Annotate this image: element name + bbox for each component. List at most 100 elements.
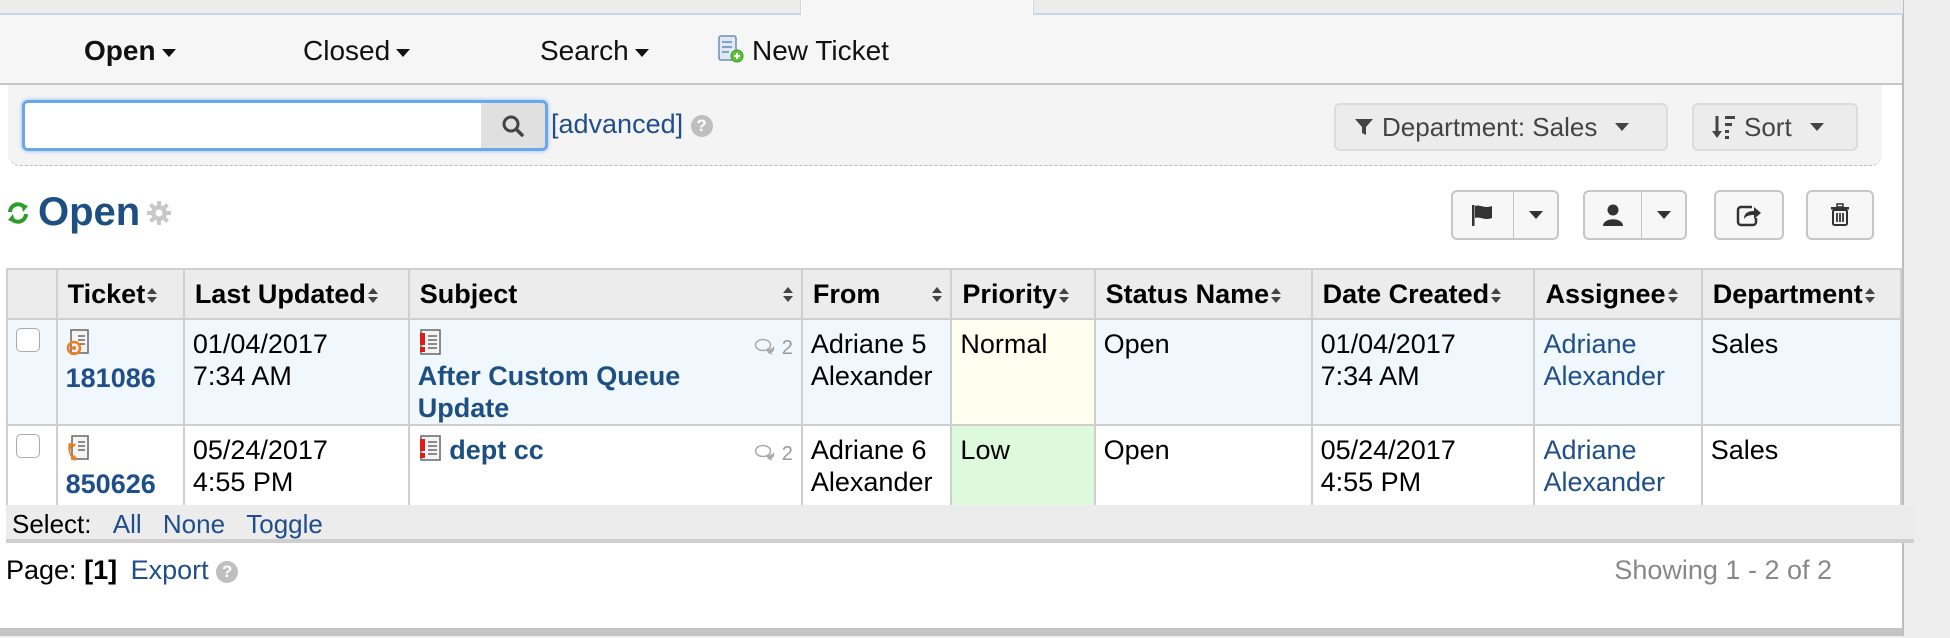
search-input[interactable] — [25, 103, 465, 148]
share-icon — [1736, 205, 1761, 227]
row-checkbox[interactable] — [16, 434, 40, 458]
queue-title: Open — [38, 190, 141, 234]
column-label: Status Name — [1105, 278, 1270, 309]
department-filter-button[interactable]: Department: Sales — [1334, 103, 1668, 151]
assignee-link[interactable]: Adriane Alexander — [1543, 328, 1692, 392]
sort-arrows-icon — [932, 286, 943, 303]
sub-navbar: Open Closed Search New Ticket — [0, 15, 1902, 85]
assign-button[interactable] — [1583, 190, 1687, 240]
last-updated-time: 4:55 PM — [192, 467, 294, 497]
column-header-priority[interactable]: Priority — [950, 268, 1096, 320]
assignee-link[interactable]: Adriane Alexander — [1543, 434, 1692, 498]
table-row[interactable]: 181086 01/04/2017 7:34 AM 2 After Custom… — [6, 318, 1903, 426]
created-date: 01/04/2017 — [1320, 329, 1456, 359]
from-last: Alexander — [810, 467, 933, 497]
sort-button[interactable]: Sort — [1692, 103, 1858, 151]
subject-link[interactable]: After Custom Queue Update — [418, 360, 793, 424]
current-page[interactable]: [1] — [84, 555, 117, 585]
chevron-down-icon — [396, 48, 411, 57]
flag-icon — [1472, 205, 1493, 226]
export-link[interactable]: Export — [131, 555, 209, 585]
assignee-cell: Adriane Alexander — [1533, 424, 1703, 516]
status-cell: Open — [1093, 424, 1313, 516]
column-header-assignee[interactable]: Assignee — [1533, 268, 1703, 320]
advanced-search-link[interactable]: [advanced] ? — [551, 109, 713, 140]
select-all-link[interactable]: All — [113, 509, 142, 539]
flag-dropdown[interactable] — [1513, 192, 1557, 238]
date-created-cell: 01/04/2017 7:34 AM — [1310, 318, 1536, 426]
row-select-cell — [6, 318, 58, 426]
column-header-last-updated[interactable]: Last Updated — [182, 268, 410, 320]
comments-icon — [754, 338, 775, 355]
assign-segment[interactable] — [1585, 192, 1641, 238]
nav-open[interactable]: Open — [84, 35, 176, 67]
column-header-ticket[interactable]: Ticket — [55, 268, 185, 320]
help-icon[interactable]: ? — [216, 561, 239, 583]
chevron-down-icon — [1656, 211, 1671, 219]
tab-left-group[interactable] — [0, 0, 801, 15]
priority-cell: Low — [950, 424, 1096, 516]
new-ticket-label: New Ticket — [752, 35, 889, 66]
phone-icon — [66, 435, 90, 461]
gear-icon[interactable] — [146, 200, 172, 226]
column-label: Subject — [419, 278, 518, 309]
flag-button[interactable] — [1451, 190, 1559, 240]
nav-open-label: Open — [84, 35, 156, 66]
assignee-first: Adriane — [1543, 329, 1637, 359]
date-created-cell: 05/24/2017 4:55 PM — [1310, 424, 1536, 516]
ticket-cell: 850626 — [55, 424, 185, 516]
transfer-button[interactable] — [1714, 190, 1784, 240]
sort-arrows-icon — [782, 286, 793, 303]
sort-arrows-icon — [147, 287, 158, 304]
filter-icon — [1355, 119, 1373, 135]
column-header-subject[interactable]: Subject — [407, 268, 803, 320]
ticket-number-link[interactable]: 850626 — [66, 468, 175, 500]
select-column-header — [6, 268, 58, 320]
column-header-date-created[interactable]: Date Created — [1310, 268, 1536, 320]
created-time: 4:55 PM — [1320, 467, 1422, 497]
from-first: Adriane 5 — [810, 329, 927, 359]
ticket-number-link[interactable]: 181086 — [66, 362, 175, 394]
column-header-status[interactable]: Status Name — [1093, 268, 1313, 320]
row-checkbox[interactable] — [16, 328, 40, 352]
trash-icon — [1831, 203, 1849, 226]
tab-right-group[interactable] — [1033, 0, 1903, 15]
nav-closed[interactable]: Closed — [303, 35, 411, 67]
select-toggle-link[interactable]: Toggle — [246, 509, 323, 539]
department-cell: Sales — [1700, 424, 1903, 516]
page: Open Closed Search New Ticket [advanced]… — [0, 0, 1914, 636]
table-row[interactable]: 850626 05/24/2017 4:55 PM 2 dept cc Adri… — [6, 424, 1903, 516]
select-none-link[interactable]: None — [163, 509, 225, 539]
subject-link[interactable]: dept cc — [449, 435, 544, 465]
nav-new-ticket[interactable]: New Ticket — [718, 35, 889, 67]
assign-dropdown[interactable] — [1641, 192, 1685, 238]
nav-search-label: Search — [540, 35, 629, 66]
delete-segment — [1808, 192, 1872, 238]
column-label: Department — [1712, 278, 1863, 309]
from-last: Alexander — [810, 361, 933, 391]
priority-cell: Normal — [950, 318, 1096, 426]
table-header-row: Ticket Last Updated Subject From Priorit… — [6, 268, 1903, 320]
column-header-department[interactable]: Department — [1700, 268, 1903, 320]
column-header-from[interactable]: From — [800, 268, 953, 320]
search-button[interactable] — [481, 103, 545, 148]
search-panel: [advanced] ? Department: Sales Sort — [8, 85, 1882, 166]
last-updated-cell: 05/24/2017 4:55 PM — [182, 424, 410, 516]
department-filter-label: Department: Sales — [1382, 111, 1598, 142]
delete-button[interactable] — [1806, 190, 1874, 240]
nav-search[interactable]: Search — [540, 35, 649, 67]
thread-count: 2 — [754, 438, 793, 470]
showing-count: Showing 1 - 2 of 2 — [1614, 555, 1832, 585]
tab-tickets-active[interactable] — [802, 0, 1032, 15]
assignee-last: Alexander — [1543, 467, 1666, 497]
pagination-footer: Page: [1] Export ? — [6, 555, 239, 586]
help-icon[interactable]: ? — [690, 115, 713, 137]
sort-arrows-icon — [1864, 287, 1875, 304]
flag-segment[interactable] — [1453, 192, 1513, 238]
refresh-icon[interactable] — [6, 201, 30, 225]
column-label: Assignee — [1545, 278, 1666, 309]
sort-arrows-icon — [367, 287, 378, 304]
column-label: From — [812, 278, 881, 309]
sort-arrows-icon — [1058, 287, 1069, 304]
priority-doc-icon — [418, 435, 442, 461]
